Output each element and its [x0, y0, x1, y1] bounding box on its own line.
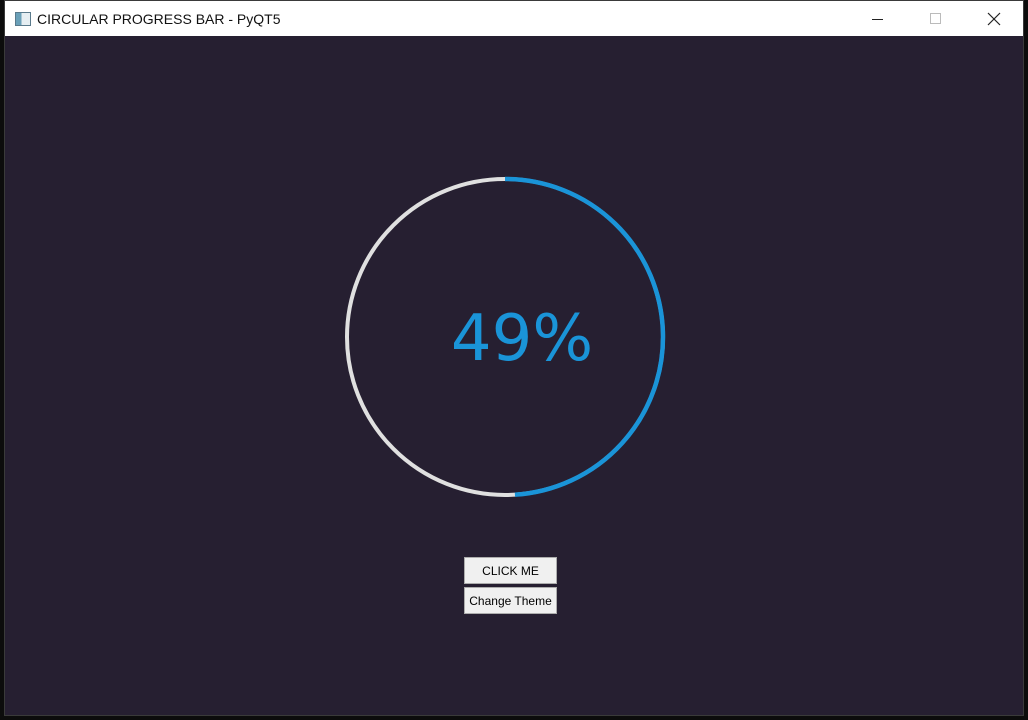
change-theme-button[interactable]: Change Theme	[464, 587, 557, 614]
circular-progress-bar: 49%	[344, 176, 666, 498]
window-title: CIRCULAR PROGRESS BAR - PyQT5	[37, 10, 281, 27]
close-icon	[987, 12, 1001, 25]
maximize-button[interactable]	[907, 1, 965, 36]
maximize-icon	[930, 12, 941, 24]
close-button[interactable]	[965, 1, 1023, 36]
progress-percentage: 49%	[450, 302, 594, 376]
app-window-icon	[15, 11, 31, 26]
click-me-button[interactable]: CLICK ME	[464, 557, 557, 584]
minimize-icon	[872, 18, 883, 20]
app-window: CIRCULAR PROGRESS BAR - PyQT5 49% CLICK …	[4, 0, 1024, 716]
window-controls	[849, 1, 1023, 36]
title-bar: CIRCULAR PROGRESS BAR - PyQT5	[5, 1, 1023, 36]
minimize-button[interactable]	[849, 1, 907, 36]
